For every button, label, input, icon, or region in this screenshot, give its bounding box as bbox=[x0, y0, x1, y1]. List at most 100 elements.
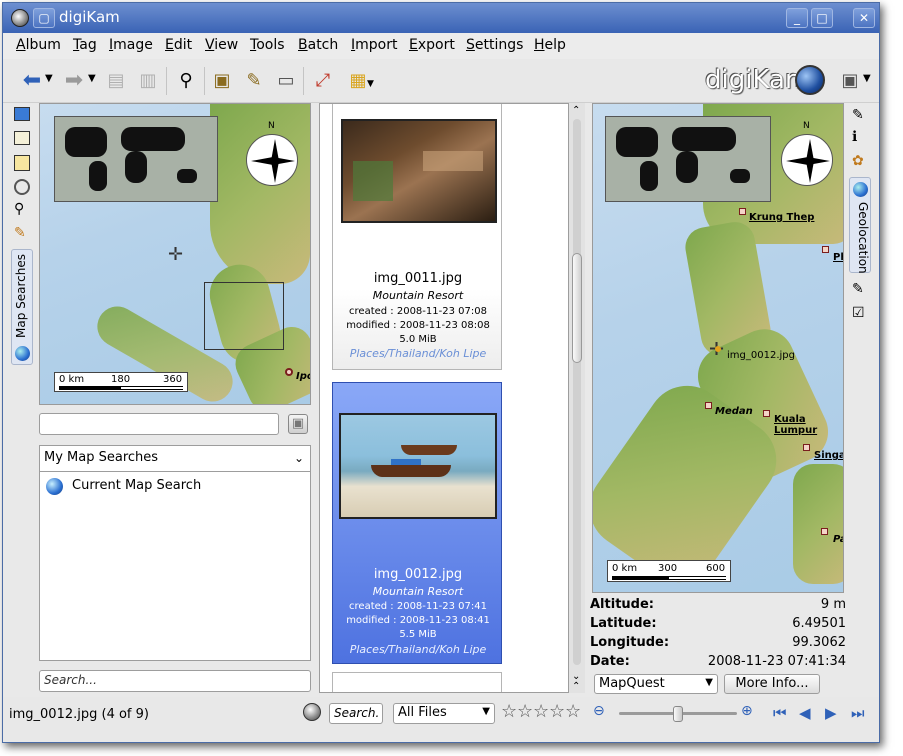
map-scale-bar: 0 km 180 360 bbox=[54, 372, 188, 392]
close-button[interactable]: ✕ bbox=[853, 8, 875, 28]
saved-searches-panel: My Map Searches ⌄ Current Map Search bbox=[39, 445, 311, 661]
fuzzy-search-tab-icon[interactable]: ✎ bbox=[14, 225, 26, 241]
rating-star-icon[interactable]: ☆ bbox=[565, 701, 581, 722]
scroll-up-icon[interactable]: ⌃ bbox=[572, 105, 580, 116]
image-edit-pencil-icon[interactable]: ✎ bbox=[241, 67, 267, 93]
chevron-down-icon: ▼ bbox=[482, 706, 490, 717]
fullscreen-icon[interactable]: ⤢ bbox=[310, 67, 336, 93]
search-region-rectangle[interactable] bbox=[204, 282, 284, 350]
tags-tab-icon[interactable] bbox=[14, 155, 30, 171]
properties-tab-icon[interactable]: ✎ bbox=[852, 107, 864, 123]
mimetype-filter-select[interactable]: All Files ▼ bbox=[393, 703, 495, 724]
forward-dropdown-icon[interactable]: ▼ bbox=[88, 73, 96, 84]
thumbnail-filename: img_0011.jpg bbox=[373, 271, 463, 286]
search-binoculars-tab-icon[interactable]: ⚲ bbox=[14, 201, 24, 217]
previous-image-icon[interactable]: ◀ bbox=[799, 704, 811, 722]
save-search-disk-icon[interactable]: ▣ bbox=[288, 414, 308, 434]
calendar-tab-icon[interactable] bbox=[14, 131, 30, 145]
back-dropdown-icon[interactable]: ▼ bbox=[45, 73, 53, 84]
application-window: ▢ digiKam _ □ ✕ Album Tag Image Edit Vie… bbox=[2, 2, 880, 743]
save-disk-icon[interactable]: ▣ bbox=[837, 67, 863, 93]
digikam-logo-icon bbox=[795, 65, 825, 95]
scrollbar-thumb[interactable] bbox=[572, 253, 582, 363]
map-provider-select[interactable]: MapQuest ▼ bbox=[594, 674, 718, 694]
menu-edit[interactable]: Edit bbox=[165, 37, 192, 53]
thumbnail-created: created : 2008-11-23 07:08 bbox=[349, 306, 487, 317]
comments-tab-icon[interactable]: ✎ bbox=[852, 281, 864, 297]
menu-settings[interactable]: Settings bbox=[466, 37, 523, 53]
rating-star-icon[interactable]: ☆ bbox=[517, 701, 533, 722]
city-label-ph: Ph bbox=[833, 252, 843, 263]
app-icon[interactable] bbox=[11, 9, 29, 27]
minimize-button[interactable]: _ bbox=[786, 8, 808, 28]
last-image-icon[interactable]: ⏭ bbox=[851, 704, 865, 722]
thumbnail-card[interactable] bbox=[332, 672, 502, 692]
thumbnail-card[interactable]: img_0011.jpg Mountain Resort created : 2… bbox=[332, 104, 503, 370]
window-menu-icon[interactable]: ▢ bbox=[33, 8, 55, 28]
searches-dropdown-value: My Map Searches bbox=[44, 450, 159, 465]
menu-export[interactable]: Export bbox=[409, 37, 455, 53]
scale-label-2: 600 bbox=[706, 563, 726, 574]
thumbnail-scrollbar[interactable]: ⌃ ⌄ ⌃ bbox=[569, 103, 585, 693]
zoom-in-icon[interactable]: ⊕ bbox=[741, 703, 753, 719]
text-filter-input[interactable]: Search. bbox=[329, 703, 383, 724]
list-item[interactable]: Current Map Search bbox=[44, 476, 306, 498]
metadata-tab-icon[interactable]: ℹ bbox=[852, 129, 857, 145]
back-arrow-icon[interactable]: ⬅ bbox=[19, 67, 45, 93]
menu-album[interactable]: Album bbox=[16, 37, 61, 53]
rating-filter[interactable]: ☆ ☆ ☆ ☆ ☆ bbox=[501, 701, 583, 723]
thumbnail-tags[interactable]: Places/Thailand/Koh Lipe bbox=[333, 643, 503, 656]
menu-image[interactable]: Image bbox=[109, 37, 153, 53]
scale-label-0: 0 km bbox=[612, 563, 638, 574]
zoom-out-icon[interactable]: ⊖ bbox=[593, 703, 605, 719]
colors-tab-icon[interactable]: ✿ bbox=[852, 153, 864, 169]
scroll-up-icon-secondary[interactable]: ⌃ bbox=[572, 681, 580, 692]
thumbnail-card-selected[interactable]: img_0012.jpg Mountain Resort created : 2… bbox=[332, 382, 502, 664]
menu-tag[interactable]: Tag bbox=[73, 37, 97, 53]
binoculars-icon[interactable]: ⚲ bbox=[173, 67, 199, 93]
globe-icon bbox=[15, 346, 30, 361]
rating-star-icon[interactable]: ☆ bbox=[549, 701, 565, 722]
menu-view[interactable]: View bbox=[205, 37, 238, 53]
more-info-button[interactable]: More Info... bbox=[724, 674, 820, 694]
thumbnail-image bbox=[341, 119, 497, 223]
slideshow-dropdown-icon[interactable]: ▼ bbox=[367, 79, 374, 89]
world-overview-minimap[interactable] bbox=[54, 116, 218, 202]
rating-star-icon[interactable]: ☆ bbox=[501, 701, 517, 722]
menu-import[interactable]: Import bbox=[351, 37, 397, 53]
maximize-button[interactable]: □ bbox=[811, 8, 833, 28]
geolocation-tab[interactable]: Geolocation bbox=[849, 177, 871, 274]
timeline-tab-icon[interactable] bbox=[14, 179, 30, 195]
albums-tab-icon[interactable] bbox=[14, 107, 30, 121]
toolbar-separator bbox=[303, 67, 304, 95]
zoom-slider[interactable] bbox=[619, 706, 737, 722]
print-disabled-icon[interactable]: ▤ bbox=[103, 67, 129, 93]
map-searches-tab[interactable]: Map Searches bbox=[11, 249, 33, 365]
menu-tools[interactable]: Tools bbox=[250, 37, 285, 53]
next-image-icon[interactable]: ▶ bbox=[825, 704, 837, 722]
light-table-icon[interactable]: ▭ bbox=[273, 67, 299, 93]
menu-help[interactable]: Help bbox=[534, 37, 566, 53]
image-marker-dot bbox=[715, 346, 721, 352]
menu-batch[interactable]: Batch bbox=[298, 37, 338, 53]
tags-tab-icon[interactable]: ☑ bbox=[852, 305, 865, 321]
forward-arrow-icon[interactable]: ➡ bbox=[61, 67, 87, 93]
rating-star-icon[interactable]: ☆ bbox=[533, 701, 549, 722]
map-search-view[interactable]: N ✛ Ipo 0 km 180 360 bbox=[39, 103, 311, 405]
searches-dropdown[interactable]: My Map Searches ⌄ bbox=[40, 446, 310, 472]
thumbnail-tags[interactable]: Places/Thailand/Koh Lipe bbox=[333, 347, 503, 360]
scan-disabled-icon[interactable]: ▥ bbox=[135, 67, 161, 93]
zoom-slider-thumb[interactable] bbox=[673, 706, 683, 722]
search-input[interactable]: Search... bbox=[39, 670, 311, 692]
map-search-name-input[interactable] bbox=[39, 413, 279, 435]
thumbnail-icon-view[interactable]: img_0011.jpg Mountain Resort created : 2… bbox=[319, 103, 569, 693]
toolbar-dropdown-icon[interactable]: ▼ bbox=[863, 73, 871, 84]
scrollbar-track[interactable] bbox=[573, 119, 581, 665]
geolocation-map-view[interactable]: N Krung Thep Ph Medan Kuala Lumpur Singa… bbox=[592, 103, 844, 593]
left-sidebar-tabs: ⚲ ✎ Map Searches bbox=[11, 105, 33, 365]
world-overview-minimap[interactable] bbox=[605, 116, 771, 202]
thumbnail-modified: modified : 2008-11-23 08:08 bbox=[346, 320, 490, 331]
first-image-icon[interactable]: ⏮ bbox=[773, 704, 787, 722]
image-editor-icon[interactable]: ▣ bbox=[209, 67, 235, 93]
geolocation-tab-label: Geolocation bbox=[856, 202, 870, 274]
